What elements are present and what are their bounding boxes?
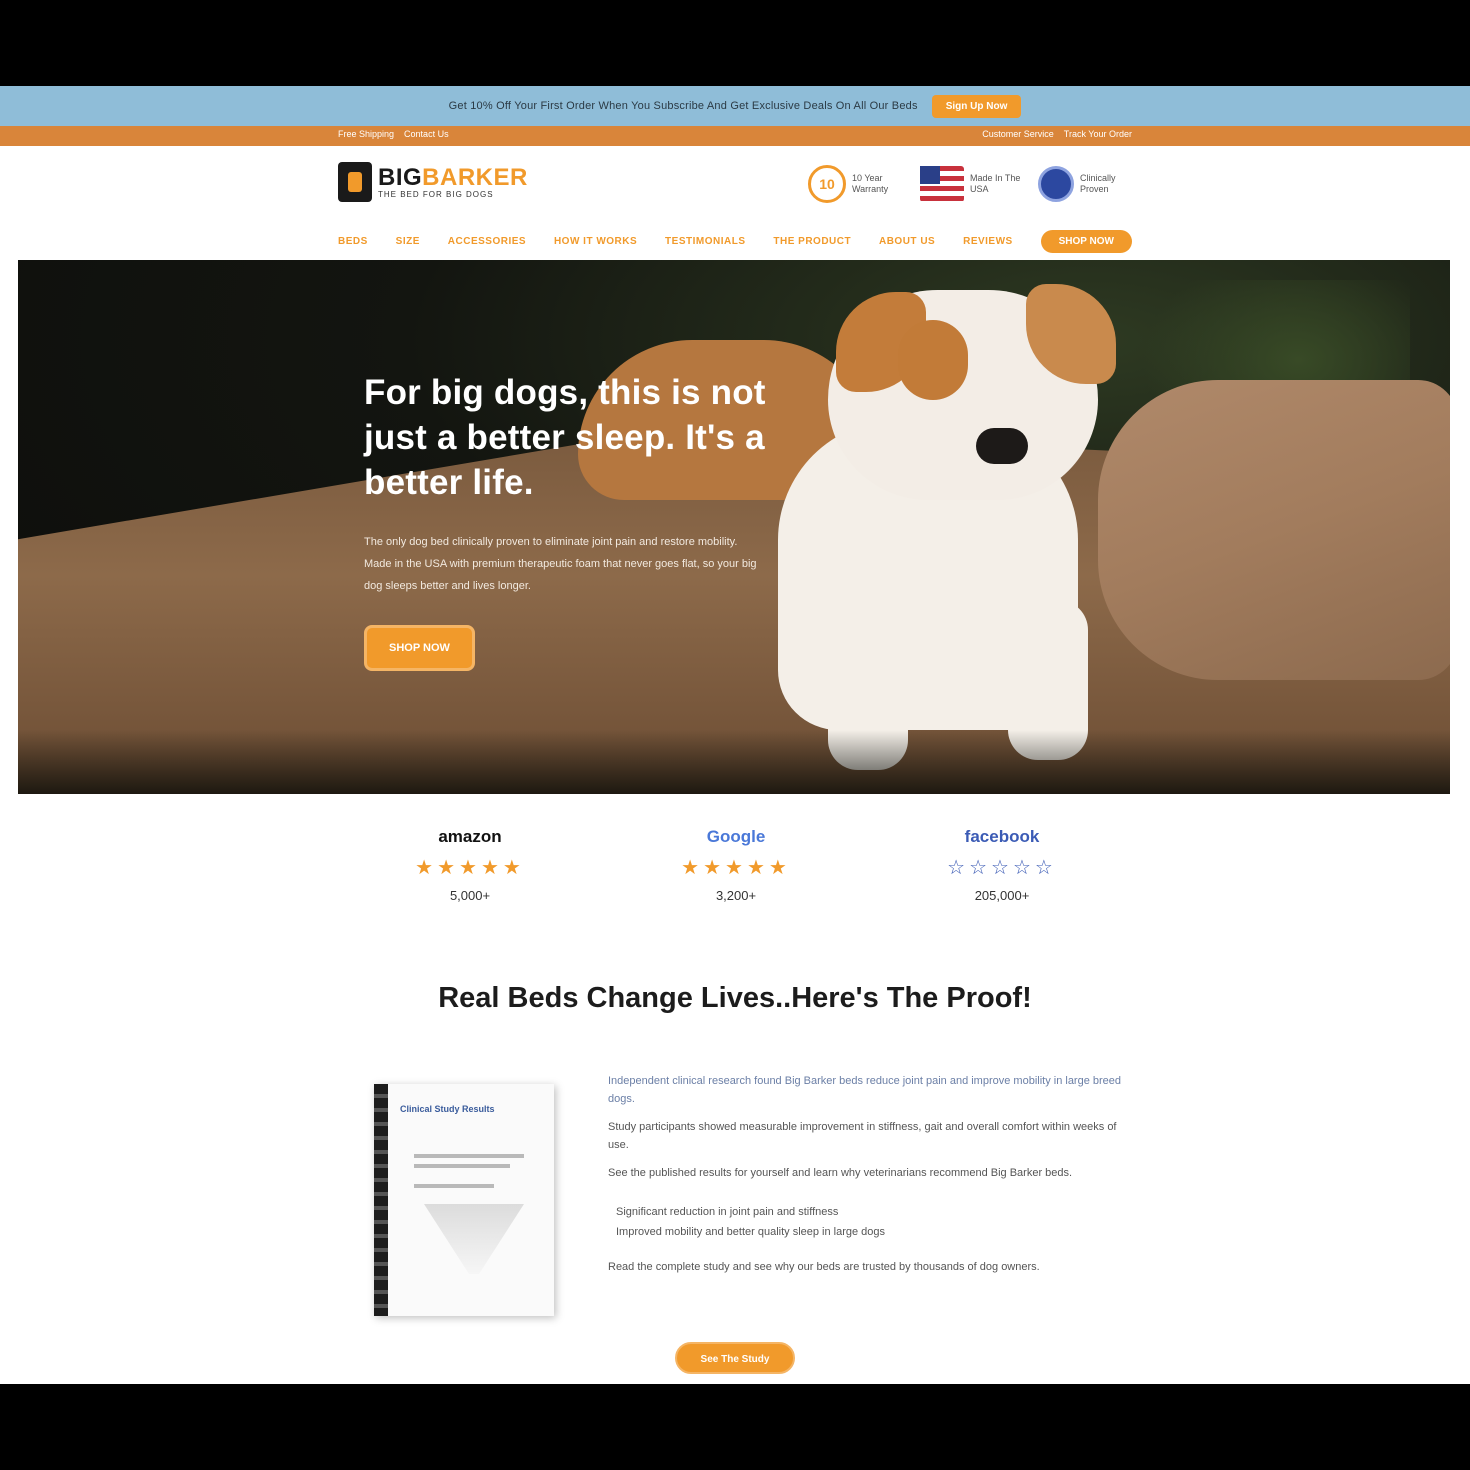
utility-right: Customer Service Track Your Order: [982, 129, 1132, 139]
nav-item-how-it-works[interactable]: HOW IT WORKS: [554, 236, 637, 247]
utility-link-shipping[interactable]: Free Shipping: [338, 129, 394, 139]
logo-name-accent: BARKER: [422, 163, 528, 191]
google-stars: ★★★★★: [681, 857, 791, 879]
proof-paragraph: Study participants showed measurable imp…: [608, 1121, 1117, 1151]
nav-item-about-us[interactable]: ABOUT US: [879, 236, 935, 247]
nav-item-size[interactable]: SIZE: [396, 236, 420, 247]
hero-bed-bolster: [1098, 380, 1450, 680]
nav-item-the-product[interactable]: THE PRODUCT: [773, 236, 851, 247]
book-illustration: [424, 1204, 524, 1274]
proof-bullet: Improved mobility and better quality sle…: [616, 1226, 886, 1238]
proof-heading: Real Beds Change Lives..Here's The Proof…: [438, 982, 1032, 1014]
hero-subtitle: The only dog bed clinically proven to el…: [364, 536, 757, 592]
badge-warranty-label: 10 Year Warranty: [852, 173, 889, 194]
web-page: Get 10% Off Your First Order When You Su…: [0, 86, 1470, 1384]
nav-item-testimonials[interactable]: TESTIMONIALS: [665, 236, 745, 247]
book-text-line: [414, 1184, 494, 1188]
screenshot-frame: Get 10% Off Your First Order When You Su…: [0, 0, 1470, 1470]
promo-bar: Get 10% Off Your First Order When You Su…: [0, 86, 1470, 126]
utility-link-contact[interactable]: Contact Us: [404, 129, 449, 139]
nav-shop-now-button[interactable]: SHOP NOW: [1040, 229, 1132, 253]
facebook-stars: ☆☆☆☆☆: [947, 857, 1057, 879]
utility-bar: Free Shipping Contact Us Customer Servic…: [0, 126, 1470, 146]
facebook-logo: facebook: [964, 827, 1040, 846]
amazon-stars: ★★★★★: [415, 857, 525, 879]
promo-signup-button[interactable]: Sign Up Now: [931, 94, 1022, 118]
amazon-review-count: 5,000+: [449, 888, 491, 903]
proof-text: Independent clinical research found Big …: [608, 1072, 1132, 1286]
utility-link-track[interactable]: Track Your Order: [1064, 129, 1132, 139]
proof-paragraph: See the published results for yourself a…: [608, 1167, 1073, 1179]
usa-flag-icon: [920, 166, 964, 202]
book-title: Clinical Study Results: [400, 1104, 495, 1114]
hero-title: For big dogs, this is not just a better …: [364, 373, 766, 502]
facebook-review-count: 205,000+: [974, 888, 1030, 903]
logo-icon: [338, 162, 372, 202]
logo-tagline: THE BED FOR BIG DOGS: [378, 189, 494, 199]
promo-text: Get 10% Off Your First Order When You Su…: [448, 100, 918, 112]
hero-dog-eye-patch: [898, 320, 968, 400]
hero-copy: For big dogs, this is not just a better …: [364, 370, 794, 671]
badge-warranty: 10 10 Year Warranty: [808, 162, 904, 206]
google-logo: Google: [706, 827, 766, 846]
hero-dog-nose: [976, 428, 1028, 464]
utility-left: Free Shipping Contact Us: [338, 129, 449, 139]
utility-link-service[interactable]: Customer Service: [982, 129, 1054, 139]
badge-usa: Made In The USA: [920, 162, 1022, 206]
badge-clinical: Clinically Proven: [1038, 162, 1132, 206]
logo-name: BIGBARKER: [378, 163, 528, 191]
proof-bullet-list: Significant reduction in joint pain and …: [616, 1202, 1132, 1242]
hero-banner: For big dogs, this is not just a better …: [18, 260, 1450, 794]
book-text-line: [414, 1154, 524, 1158]
proof-bullet: Significant reduction in joint pain and …: [616, 1206, 839, 1218]
proof-paragraph: Independent clinical research found Big …: [608, 1075, 1122, 1105]
book-spiral-binding: [374, 1084, 388, 1316]
book-text-line: [414, 1164, 510, 1168]
rating-facebook[interactable]: facebook ☆☆☆☆☆ 205,000+: [912, 822, 1092, 908]
rating-google[interactable]: Google ★★★★★ 3,200+: [646, 822, 826, 908]
logo-name-main: BIG: [378, 163, 423, 191]
site-logo[interactable]: BIGBARKER THE BED FOR BIG DOGS: [338, 162, 528, 202]
hero-shop-now-button[interactable]: SHOP NOW: [364, 625, 475, 671]
trust-badges: 10 10 Year Warranty Made In The USA Clin…: [808, 162, 1132, 206]
badge-usa-label: Made In The USA: [970, 173, 1021, 194]
globe-icon: [1038, 166, 1074, 202]
study-book-image[interactable]: Clinical Study Results: [374, 1084, 554, 1316]
warranty-icon: 10: [808, 165, 846, 203]
nav-item-reviews[interactable]: REVIEWS: [963, 236, 1013, 247]
logo-wordmark: BIGBARKER THE BED FOR BIG DOGS: [378, 163, 528, 199]
google-review-count: 3,200+: [715, 888, 757, 903]
amazon-logo: amazon: [438, 827, 502, 846]
review-ratings: amazon ★★★★★ 5,000+ Google ★★★★★ 3,200+ …: [338, 822, 1132, 932]
main-nav: BEDS SIZE ACCESSORIES HOW IT WORKS TESTI…: [338, 228, 1132, 254]
proof-closing: Read the complete study and see why our …: [608, 1261, 1040, 1273]
badge-clinical-label: Clinically Proven: [1080, 173, 1116, 194]
see-study-button[interactable]: See The Study: [675, 1342, 795, 1374]
nav-item-beds[interactable]: BEDS: [338, 236, 368, 247]
hero-floor-shadow: [18, 730, 1450, 794]
rating-amazon[interactable]: amazon ★★★★★ 5,000+: [380, 822, 560, 908]
nav-item-accessories[interactable]: ACCESSORIES: [448, 236, 526, 247]
